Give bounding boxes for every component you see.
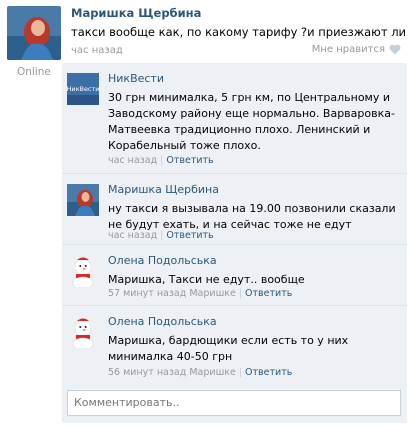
reply-author-name[interactable]: НикВести [108, 72, 164, 85]
separator: | [160, 230, 164, 241]
post-text: такси вообще как, по какому тарифу ?и пр… [71, 25, 407, 39]
separator: | [238, 288, 243, 299]
reply-meta: 57 минут назад Маришке | Ответить [108, 288, 292, 299]
like-label: Мне нравится [311, 44, 385, 55]
online-status: Online [17, 66, 51, 78]
avatar-logo-text: НикВести [67, 85, 99, 93]
reply-meta: 56 минут назад Маришке | Ответить [108, 367, 292, 378]
reply-button[interactable]: Ответить [166, 230, 213, 241]
reply-author-avatar[interactable] [67, 184, 99, 216]
separator: | [238, 367, 243, 378]
reply-button[interactable]: Ответить [245, 367, 292, 378]
reply-author-avatar[interactable] [67, 316, 99, 348]
separator: | [160, 155, 164, 166]
post-time[interactable]: час назад [71, 45, 123, 56]
reply-text: Маришка, Такси не едут.. вообще [108, 273, 305, 286]
reply-meta: час назад | Ответить [108, 230, 214, 241]
reply-text: 30 грн минималка, 5 грн км, по Центральн… [108, 91, 395, 152]
reply-button[interactable]: Ответить [245, 288, 292, 299]
reply-item: Олена Подольська Маришка, Такси не едут.… [62, 245, 407, 306]
reply-meta: час назад | Ответить [108, 155, 214, 166]
reply-time[interactable]: час назад [108, 155, 157, 166]
reply-text: ну такси я вызывала на 19.00 позвонили с… [108, 202, 396, 231]
reply-item: Маришка Щербина ну такси я вызывала на 1… [62, 174, 407, 245]
post-author-name[interactable]: Маришка Щербина [71, 6, 201, 20]
reply-item: Олена Подольська Маришка, бардющики если… [62, 306, 407, 384]
reply-text: Маришка, бардющики если есть то у них ми… [108, 334, 349, 363]
reply-time[interactable]: 57 минут назад [108, 288, 186, 299]
reply-item: НикВести НикВести 30 грн минималка, 5 гр… [62, 63, 407, 174]
reply-author-name[interactable]: Маришка Щербина [108, 183, 219, 196]
reply-to[interactable]: Маришке [189, 288, 236, 299]
reply-author-name[interactable]: Олена Подольська [108, 315, 217, 328]
reply-author-name[interactable]: Олена Подольська [108, 254, 217, 267]
heart-icon [389, 44, 401, 55]
reply-author-avatar[interactable] [67, 255, 99, 287]
reply-button[interactable]: Ответить [166, 155, 213, 166]
reply-author-avatar[interactable]: НикВести [67, 73, 99, 105]
reply-time[interactable]: час назад [108, 230, 157, 241]
reply-time[interactable]: 56 минут назад [108, 367, 186, 378]
reply-to[interactable]: Маришке [189, 367, 236, 378]
like-button[interactable]: Мне нравится [312, 44, 401, 55]
comment-input[interactable]: Комментировать.. [67, 390, 401, 416]
replies-list: НикВести НикВести 30 грн минималка, 5 гр… [62, 63, 407, 423]
post-author-avatar[interactable] [7, 6, 61, 60]
